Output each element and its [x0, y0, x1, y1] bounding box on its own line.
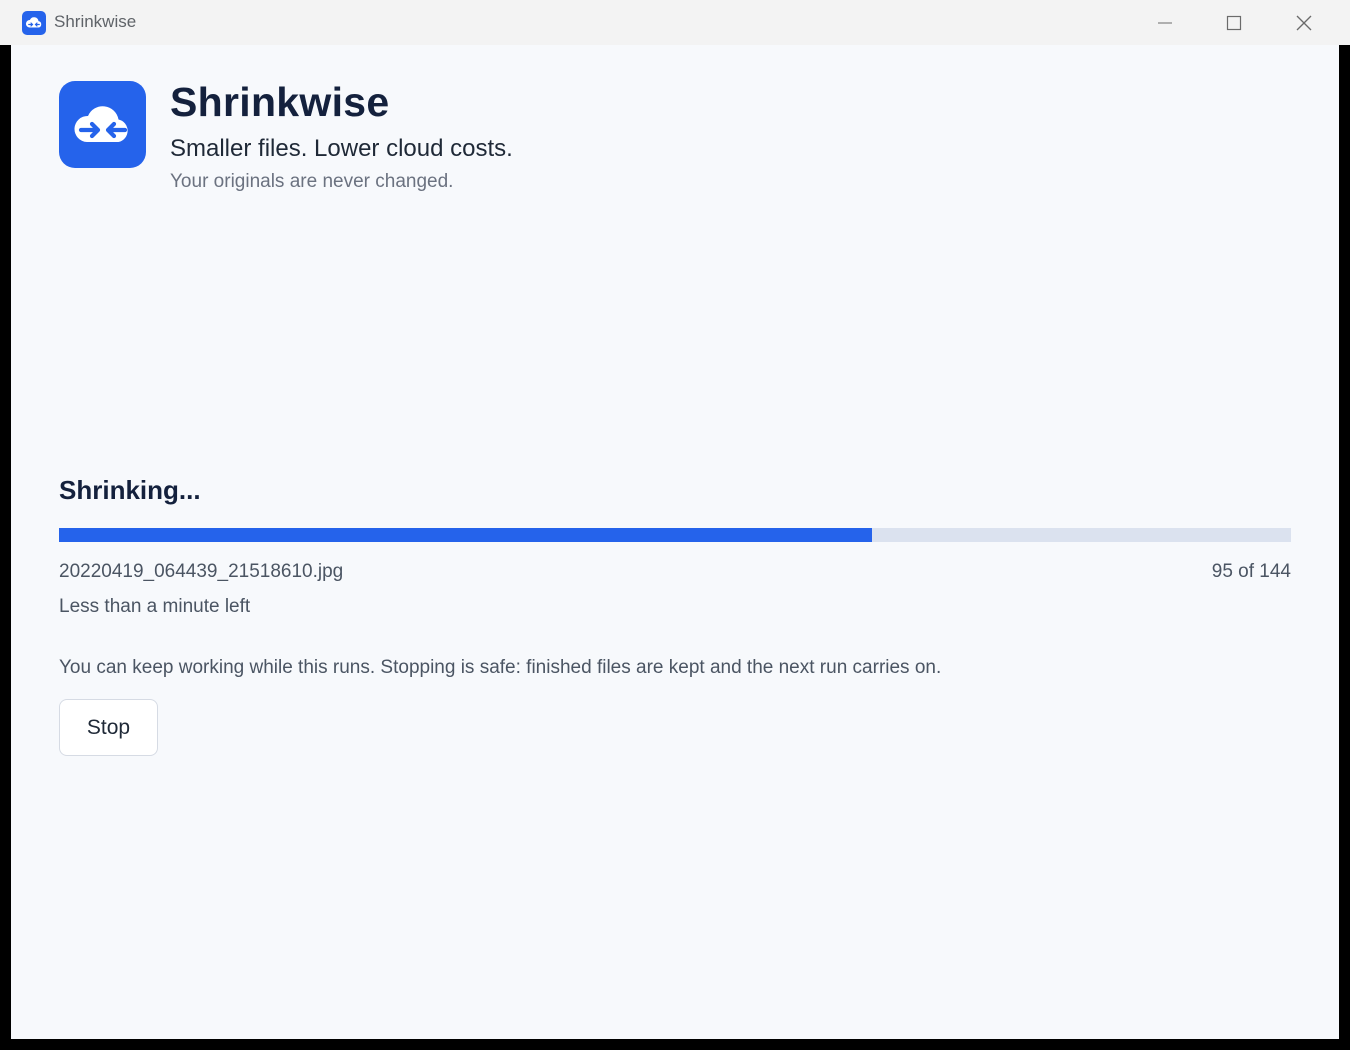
minimize-icon: [1158, 22, 1172, 23]
tagline: Smaller files. Lower cloud costs.: [170, 135, 513, 162]
progress-bar-fill: [59, 528, 873, 542]
app-logo: [59, 81, 146, 168]
minimize-button[interactable]: [1135, 0, 1195, 45]
cloud-compress-icon: [73, 105, 128, 142]
title-bar: Shrinkwise: [0, 0, 1350, 45]
maximize-icon: [1226, 15, 1242, 30]
maximize-button[interactable]: [1204, 0, 1264, 45]
file-count: 95 of 144: [1211, 561, 1291, 582]
info-text: You can keep working while this runs. St…: [59, 657, 942, 678]
window-title: Shrinkwise: [54, 12, 137, 31]
stop-button[interactable]: Stop: [59, 699, 158, 756]
subtagline: Your originals are never changed.: [170, 171, 454, 192]
current-file-name: 20220419_064439_21518610.jpg: [59, 561, 344, 582]
close-icon: [1296, 15, 1312, 30]
time-remaining: Less than a minute left: [59, 596, 251, 617]
main-window: Shrinkwise Smaller files. Lower cloud co…: [11, 45, 1339, 1039]
close-button[interactable]: [1274, 0, 1334, 45]
cloud-compress-icon: [22, 11, 46, 35]
status-heading: Shrinking...: [59, 475, 201, 505]
progress-bar: [59, 528, 1291, 542]
app-name: Shrinkwise: [170, 79, 390, 125]
